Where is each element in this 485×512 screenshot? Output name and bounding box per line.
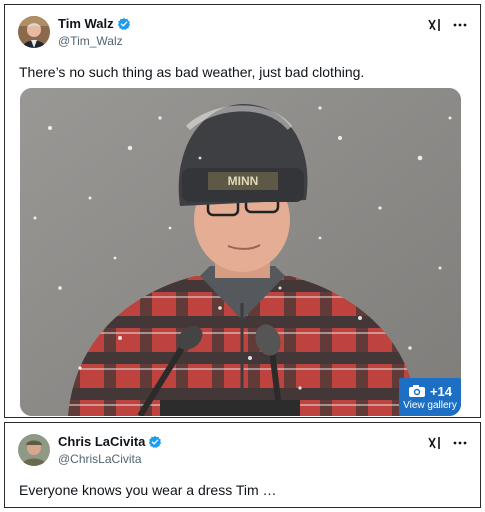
- tweet-text: Everyone knows you wear a dress Tim …: [19, 482, 277, 498]
- author-name[interactable]: Tim Walz: [58, 16, 114, 32]
- tweet-header: Tim Walz @Tim_Walz: [18, 16, 131, 49]
- gallery-label: View gallery: [403, 399, 457, 411]
- avatar[interactable]: [18, 16, 50, 48]
- tweet-text: There’s no such thing as bad weather, ju…: [19, 64, 365, 80]
- verified-badge-icon: [149, 435, 162, 449]
- verified-badge-icon: [117, 17, 130, 31]
- author-handle[interactable]: @Tim_Walz: [58, 33, 131, 49]
- view-gallery-button[interactable]: +14 View gallery: [399, 378, 461, 416]
- more-icon[interactable]: [452, 17, 468, 33]
- tweet-photo[interactable]: MINN +14 View gallery: [20, 88, 461, 416]
- camera-icon: [408, 385, 425, 397]
- hat-label: MINN: [228, 174, 259, 188]
- author-name[interactable]: Chris LaCivita: [58, 434, 145, 450]
- author-handle[interactable]: @ChrisLaCivita: [58, 451, 162, 467]
- grok-icon[interactable]: [427, 435, 443, 451]
- tweet-header: Chris LaCivita @ChrisLaCivita: [18, 434, 162, 467]
- avatar[interactable]: [18, 434, 50, 466]
- more-icon[interactable]: [452, 435, 468, 451]
- tweet-card-walz[interactable]: Tim Walz @Tim_Walz There’s no such thing…: [4, 4, 481, 418]
- photo-image: MINN: [20, 88, 461, 416]
- grok-icon[interactable]: [427, 17, 443, 33]
- gallery-count: +14: [429, 383, 453, 399]
- tweet-card-lacivita[interactable]: Chris LaCivita @ChrisLaCivita Everyone k…: [4, 422, 481, 508]
